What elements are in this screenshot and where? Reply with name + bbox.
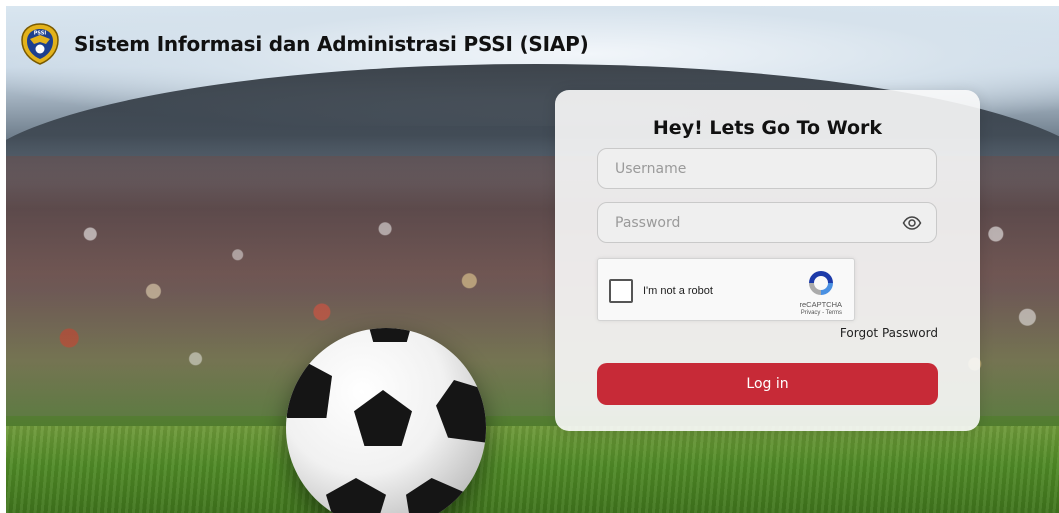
forgot-password-link[interactable]: Forgot Password — [840, 326, 938, 340]
recaptcha-widget: I'm not a robot reCAPTCHA Privacy - Term… — [597, 258, 855, 321]
recaptcha-links[interactable]: Privacy - Terms — [801, 310, 842, 316]
password-input[interactable] — [598, 203, 936, 242]
recaptcha-checkbox[interactable] — [609, 279, 633, 303]
password-field[interactable] — [597, 202, 937, 243]
recaptcha-brand: reCAPTCHA — [799, 300, 842, 309]
recaptcha-logo-icon — [809, 271, 833, 295]
svg-text:PSSI: PSSI — [34, 31, 47, 37]
eye-icon[interactable] — [902, 213, 922, 233]
login-heading: Hey! Lets Go To Work — [652, 117, 883, 139]
app-title: Sistem Informasi dan Administrasi PSSI (… — [74, 32, 589, 56]
pssi-logo-icon: PSSI — [21, 23, 59, 65]
login-button[interactable]: Log in — [597, 363, 938, 405]
app-header: PSSI Sistem Informasi dan Administrasi P… — [18, 22, 589, 66]
recaptcha-label: I'm not a robot — [643, 285, 713, 297]
username-input[interactable] — [598, 149, 936, 188]
username-field[interactable] — [597, 148, 937, 189]
soccer-ball-image — [286, 328, 486, 513]
login-card: Hey! Lets Go To Work I'm not a robot reC… — [555, 90, 980, 431]
grass-field — [6, 426, 1059, 513]
